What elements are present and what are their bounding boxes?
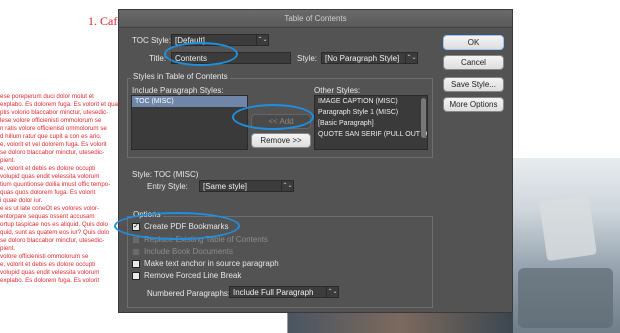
chevron-down-icon: ⌃⌄ [326, 287, 338, 297]
document-line: d hillum ratur que cupit a con es ario. [0, 133, 102, 140]
document-line: quas quos dolorem fuga. Es volorit [0, 189, 96, 196]
chevron-down-icon: ⌃⌄ [256, 35, 268, 45]
document-line: e es ut late coneOt es volores volor- [0, 205, 100, 212]
checkbox-label: Make text anchor in source paragraph [144, 259, 279, 268]
save-style-button[interactable]: Save Style... [443, 77, 504, 92]
numbered-paragraphs-value: Include Full Paragraph [233, 288, 314, 297]
document-line: pient. [0, 245, 16, 252]
list-item[interactable]: IMAGE CAPTION (MISC) [315, 96, 427, 107]
document-photo [513, 158, 620, 333]
style-label: Style: [297, 54, 318, 63]
chevron-down-icon: ⌃⌄ [405, 53, 417, 63]
document-line: quid, sunt as quatem eos iur? Quis dolo [0, 229, 110, 236]
checkbox-label: Include Book Documents [144, 247, 233, 256]
entry-style-select[interactable]: [Same style] ⌃⌄ [199, 180, 294, 192]
include-styles-list[interactable]: TOC (MISC) [131, 95, 248, 150]
title-style-select[interactable]: [No Paragraph Style] ⌃⌄ [321, 52, 418, 64]
make-text-anchor-checkbox[interactable]: Make text anchor in source paragraph [132, 259, 279, 270]
styles-group-title: Styles in Table of Contents [131, 72, 230, 81]
document-line: lese volore officienisti ommolorum se [0, 117, 102, 124]
ok-button[interactable]: OK [443, 35, 504, 50]
document-line: volupid quas endit velessita volorum [0, 173, 100, 180]
include-book-documents-checkbox[interactable]: Include Book Documents [132, 247, 233, 258]
document-line: ese poreperum duci dolor molut et [0, 93, 94, 100]
remove-forced-line-break-checkbox[interactable]: Remove Forced Line Break [132, 271, 241, 282]
document-line: se doloro blaccabor minctur, utesedic- [0, 237, 105, 244]
document-line: pient. [0, 157, 16, 164]
document-line: volore officienisti ommolorum se [0, 253, 89, 260]
highlight-circle-title [164, 42, 238, 66]
numbered-paragraphs-label: Numbered Paragraphs: [147, 289, 231, 298]
document-line: i quae dolor iur. [0, 197, 43, 204]
document-line: entorpare sequas ossent accusam [0, 213, 95, 220]
document-line: volupid quas endit velessita volorum [0, 269, 100, 276]
document-body-text: ese poreperum duci dolor molut et explabo… [0, 93, 126, 285]
checkbox-label: Remove Forced Line Break [144, 271, 242, 280]
list-item[interactable]: TOC (MISC) [132, 96, 247, 107]
document-line: explabo. Es dolorem fuga. Es volorit [0, 277, 100, 284]
document-line: se doloro blaccabor minctur, utesedic- [0, 149, 105, 156]
cancel-button[interactable]: Cancel [443, 55, 504, 70]
document-line: n ratis volore officienisti ommolorum se [0, 125, 107, 132]
other-styles-label: Other Styles: [314, 86, 361, 95]
scrollbar[interactable] [421, 98, 426, 138]
chevron-down-icon: ⌃⌄ [281, 181, 293, 191]
document-line: ptis volorio blaccabor minctur, utesedic… [0, 109, 109, 116]
list-item[interactable]: [Basic Paragraph] [315, 118, 427, 129]
document-line: explabo. Es dolorem fuga. Es volorit et … [0, 101, 124, 108]
entry-style-value: [Same style] [203, 182, 248, 191]
document-line: e, volorit et vel dolorem fuga. Es volor… [0, 141, 107, 148]
title-style-value: [No Paragraph Style] [325, 54, 400, 63]
more-options-button[interactable]: More Options [443, 97, 504, 112]
document-bottom-photo [288, 312, 513, 333]
remove-button[interactable]: Remove >> [251, 133, 311, 148]
page-divider [287, 310, 288, 333]
document-line: tium quuntionse dollia imust offic tempo… [0, 181, 111, 188]
highlight-circle-bookmarks [114, 212, 240, 240]
document-line: ortup taspicae nos es aliquid. Quis dolo [0, 221, 109, 228]
style-section-label: Style: TOC (MISC) [132, 170, 199, 179]
include-styles-label: Include Paragraph Styles: [132, 86, 224, 95]
highlight-circle-add [232, 104, 314, 130]
dialog-title: Table of Contents [119, 10, 512, 28]
list-item[interactable]: Paragraph Style 1 (MISC) [315, 107, 427, 118]
toc-style-label: TOC Style: [132, 36, 171, 45]
numbered-paragraphs-select[interactable]: Include Full Paragraph ⌃⌄ [229, 286, 339, 298]
document-line: e, volorit et debis es dolore occupti [0, 261, 96, 268]
document-line: e, volorit et debis es dolore occupti [0, 165, 96, 172]
entry-style-label: Entry Style: [147, 182, 188, 191]
other-styles-list[interactable]: IMAGE CAPTION (MISC) Paragraph Style 1 (… [314, 95, 428, 150]
list-item[interactable]: QUOTE SAN SERIF (PULL OUT QUOTES) [315, 129, 427, 140]
